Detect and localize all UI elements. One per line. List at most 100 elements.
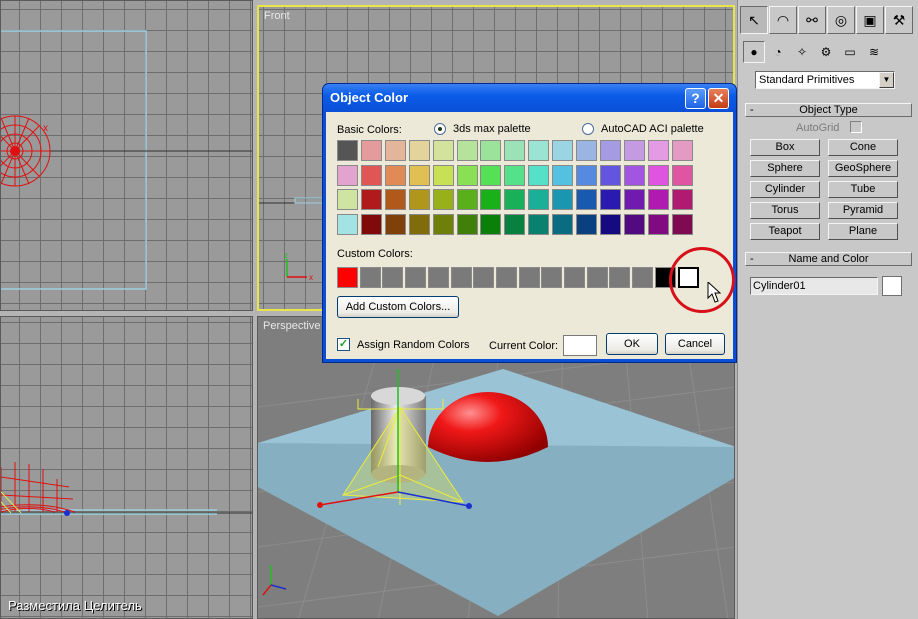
custom-color-swatch[interactable]	[359, 267, 381, 288]
basic-color-swatch[interactable]	[647, 213, 669, 235]
teapot-button[interactable]: Teapot	[750, 223, 820, 240]
basic-color-swatch[interactable]	[360, 189, 382, 210]
helpers-button[interactable]: ▭	[839, 41, 861, 63]
basic-color-swatch[interactable]	[384, 140, 406, 161]
custom-color-swatch[interactable]	[382, 267, 404, 288]
basic-color-swatch[interactable]	[623, 189, 645, 210]
close-button[interactable]: ✕	[708, 88, 729, 109]
basic-color-swatch[interactable]	[528, 189, 550, 210]
create-tab[interactable]: ↖	[740, 6, 768, 34]
box-button[interactable]: Box	[750, 139, 820, 156]
basic-color-swatch[interactable]	[576, 189, 597, 210]
basic-color-swatch[interactable]	[456, 164, 478, 186]
basic-color-swatch[interactable]	[552, 213, 574, 235]
basic-color-swatch[interactable]	[360, 140, 382, 161]
object-color-swatch[interactable]	[882, 276, 902, 296]
basic-color-swatch[interactable]	[552, 140, 574, 161]
primitive-type-dropdown[interactable]: Standard Primitives ▼	[755, 71, 895, 89]
left-viewport[interactable]	[0, 316, 253, 619]
geosphere-button[interactable]: GeoSphere	[828, 160, 898, 177]
basic-color-swatch[interactable]	[576, 140, 597, 161]
basic-color-swatch[interactable]	[456, 140, 478, 161]
basic-color-swatch[interactable]	[337, 140, 358, 161]
basic-color-swatch[interactable]	[360, 164, 382, 186]
basic-color-swatch[interactable]	[528, 164, 550, 186]
assign-random-colors-checkbox[interactable]: ✓	[337, 338, 350, 351]
radio-3ds-max-palette[interactable]	[434, 123, 446, 135]
ok-button[interactable]: OK	[606, 333, 658, 355]
custom-color-swatch[interactable]	[518, 267, 540, 288]
basic-color-swatch[interactable]	[384, 189, 406, 210]
pyramid-button[interactable]: Pyramid	[828, 202, 898, 219]
custom-color-swatch[interactable]	[337, 267, 358, 288]
perspective-viewport-label[interactable]: Perspective	[263, 320, 320, 332]
object-type-rollout-header[interactable]: - Object Type	[745, 103, 912, 117]
basic-color-swatch[interactable]	[337, 164, 358, 186]
basic-color-swatch[interactable]	[480, 213, 502, 235]
dialog-titlebar[interactable]: Object Color ? ✕	[323, 84, 736, 112]
basic-color-swatch[interactable]	[408, 140, 430, 161]
basic-color-swatch[interactable]	[599, 189, 621, 210]
hierarchy-tab[interactable]: ⚯	[798, 6, 826, 34]
cancel-button[interactable]: Cancel	[665, 333, 725, 355]
custom-color-swatch[interactable]	[564, 267, 585, 288]
help-button[interactable]: ?	[685, 88, 706, 109]
basic-color-swatch[interactable]	[647, 189, 669, 210]
basic-color-swatch[interactable]	[671, 164, 693, 186]
custom-color-swatch[interactable]	[495, 267, 517, 288]
basic-color-swatch[interactable]	[384, 213, 406, 235]
basic-color-swatch[interactable]	[408, 164, 430, 186]
add-custom-colors-button[interactable]: Add Custom Colors...	[337, 296, 459, 318]
basic-color-swatch[interactable]	[599, 213, 621, 235]
basic-color-swatch[interactable]	[552, 164, 574, 186]
basic-color-swatch[interactable]	[504, 140, 526, 161]
top-viewport[interactable]: x	[0, 0, 253, 311]
basic-color-swatch[interactable]	[599, 164, 621, 186]
basic-color-swatch[interactable]	[480, 164, 502, 186]
custom-color-swatch[interactable]	[609, 267, 631, 288]
shapes-button[interactable]: ◔	[767, 41, 789, 63]
basic-color-swatch[interactable]	[671, 140, 693, 161]
radio-autocad-label[interactable]: AutoCAD ACI palette	[601, 123, 704, 135]
basic-color-swatch[interactable]	[432, 213, 454, 235]
basic-color-swatch[interactable]	[623, 164, 645, 186]
basic-color-swatch[interactable]	[456, 213, 478, 235]
basic-color-swatch[interactable]	[647, 164, 669, 186]
cameras-button[interactable]: ⚙	[815, 41, 837, 63]
cone-button[interactable]: Cone	[828, 139, 898, 156]
spacewarps-button[interactable]: ≋	[863, 41, 885, 63]
torus-button[interactable]: Torus	[750, 202, 820, 219]
name-and-color-rollout-header[interactable]: - Name and Color	[745, 252, 912, 266]
utilities-tab[interactable]: ⚒	[885, 6, 913, 34]
basic-color-swatch[interactable]	[408, 189, 430, 210]
radio-3ds-max-label[interactable]: 3ds max palette	[453, 123, 531, 135]
custom-color-swatch[interactable]	[450, 267, 472, 288]
custom-color-swatch[interactable]	[405, 267, 427, 288]
display-tab[interactable]: ▣	[856, 6, 884, 34]
modify-tab[interactable]: ◠	[769, 6, 797, 34]
basic-color-swatch[interactable]	[671, 189, 693, 210]
custom-color-swatch[interactable]	[632, 267, 654, 288]
basic-color-swatch[interactable]	[552, 189, 574, 210]
basic-color-swatch[interactable]	[432, 140, 454, 161]
lights-button[interactable]: ✧	[791, 41, 813, 63]
basic-color-swatch[interactable]	[599, 140, 621, 161]
basic-color-swatch[interactable]	[528, 140, 550, 161]
custom-color-swatch[interactable]	[586, 267, 608, 288]
basic-color-swatch[interactable]	[337, 213, 358, 235]
basic-color-swatch[interactable]	[671, 213, 693, 235]
basic-color-swatch[interactable]	[456, 189, 478, 210]
basic-color-swatch[interactable]	[432, 189, 454, 210]
basic-color-swatch[interactable]	[504, 213, 526, 235]
basic-color-swatch[interactable]	[576, 164, 597, 186]
basic-color-swatch[interactable]	[623, 213, 645, 235]
custom-color-swatch[interactable]	[541, 267, 563, 288]
autogrid-checkbox[interactable]	[850, 121, 862, 133]
basic-color-swatch[interactable]	[480, 140, 502, 161]
motion-tab[interactable]: ◎	[827, 6, 855, 34]
basic-color-swatch[interactable]	[576, 213, 597, 235]
assign-random-colors-label[interactable]: Assign Random Colors	[357, 339, 470, 351]
basic-color-swatch[interactable]	[432, 164, 454, 186]
basic-color-swatch[interactable]	[384, 164, 406, 186]
chevron-down-icon[interactable]: ▼	[879, 72, 894, 88]
